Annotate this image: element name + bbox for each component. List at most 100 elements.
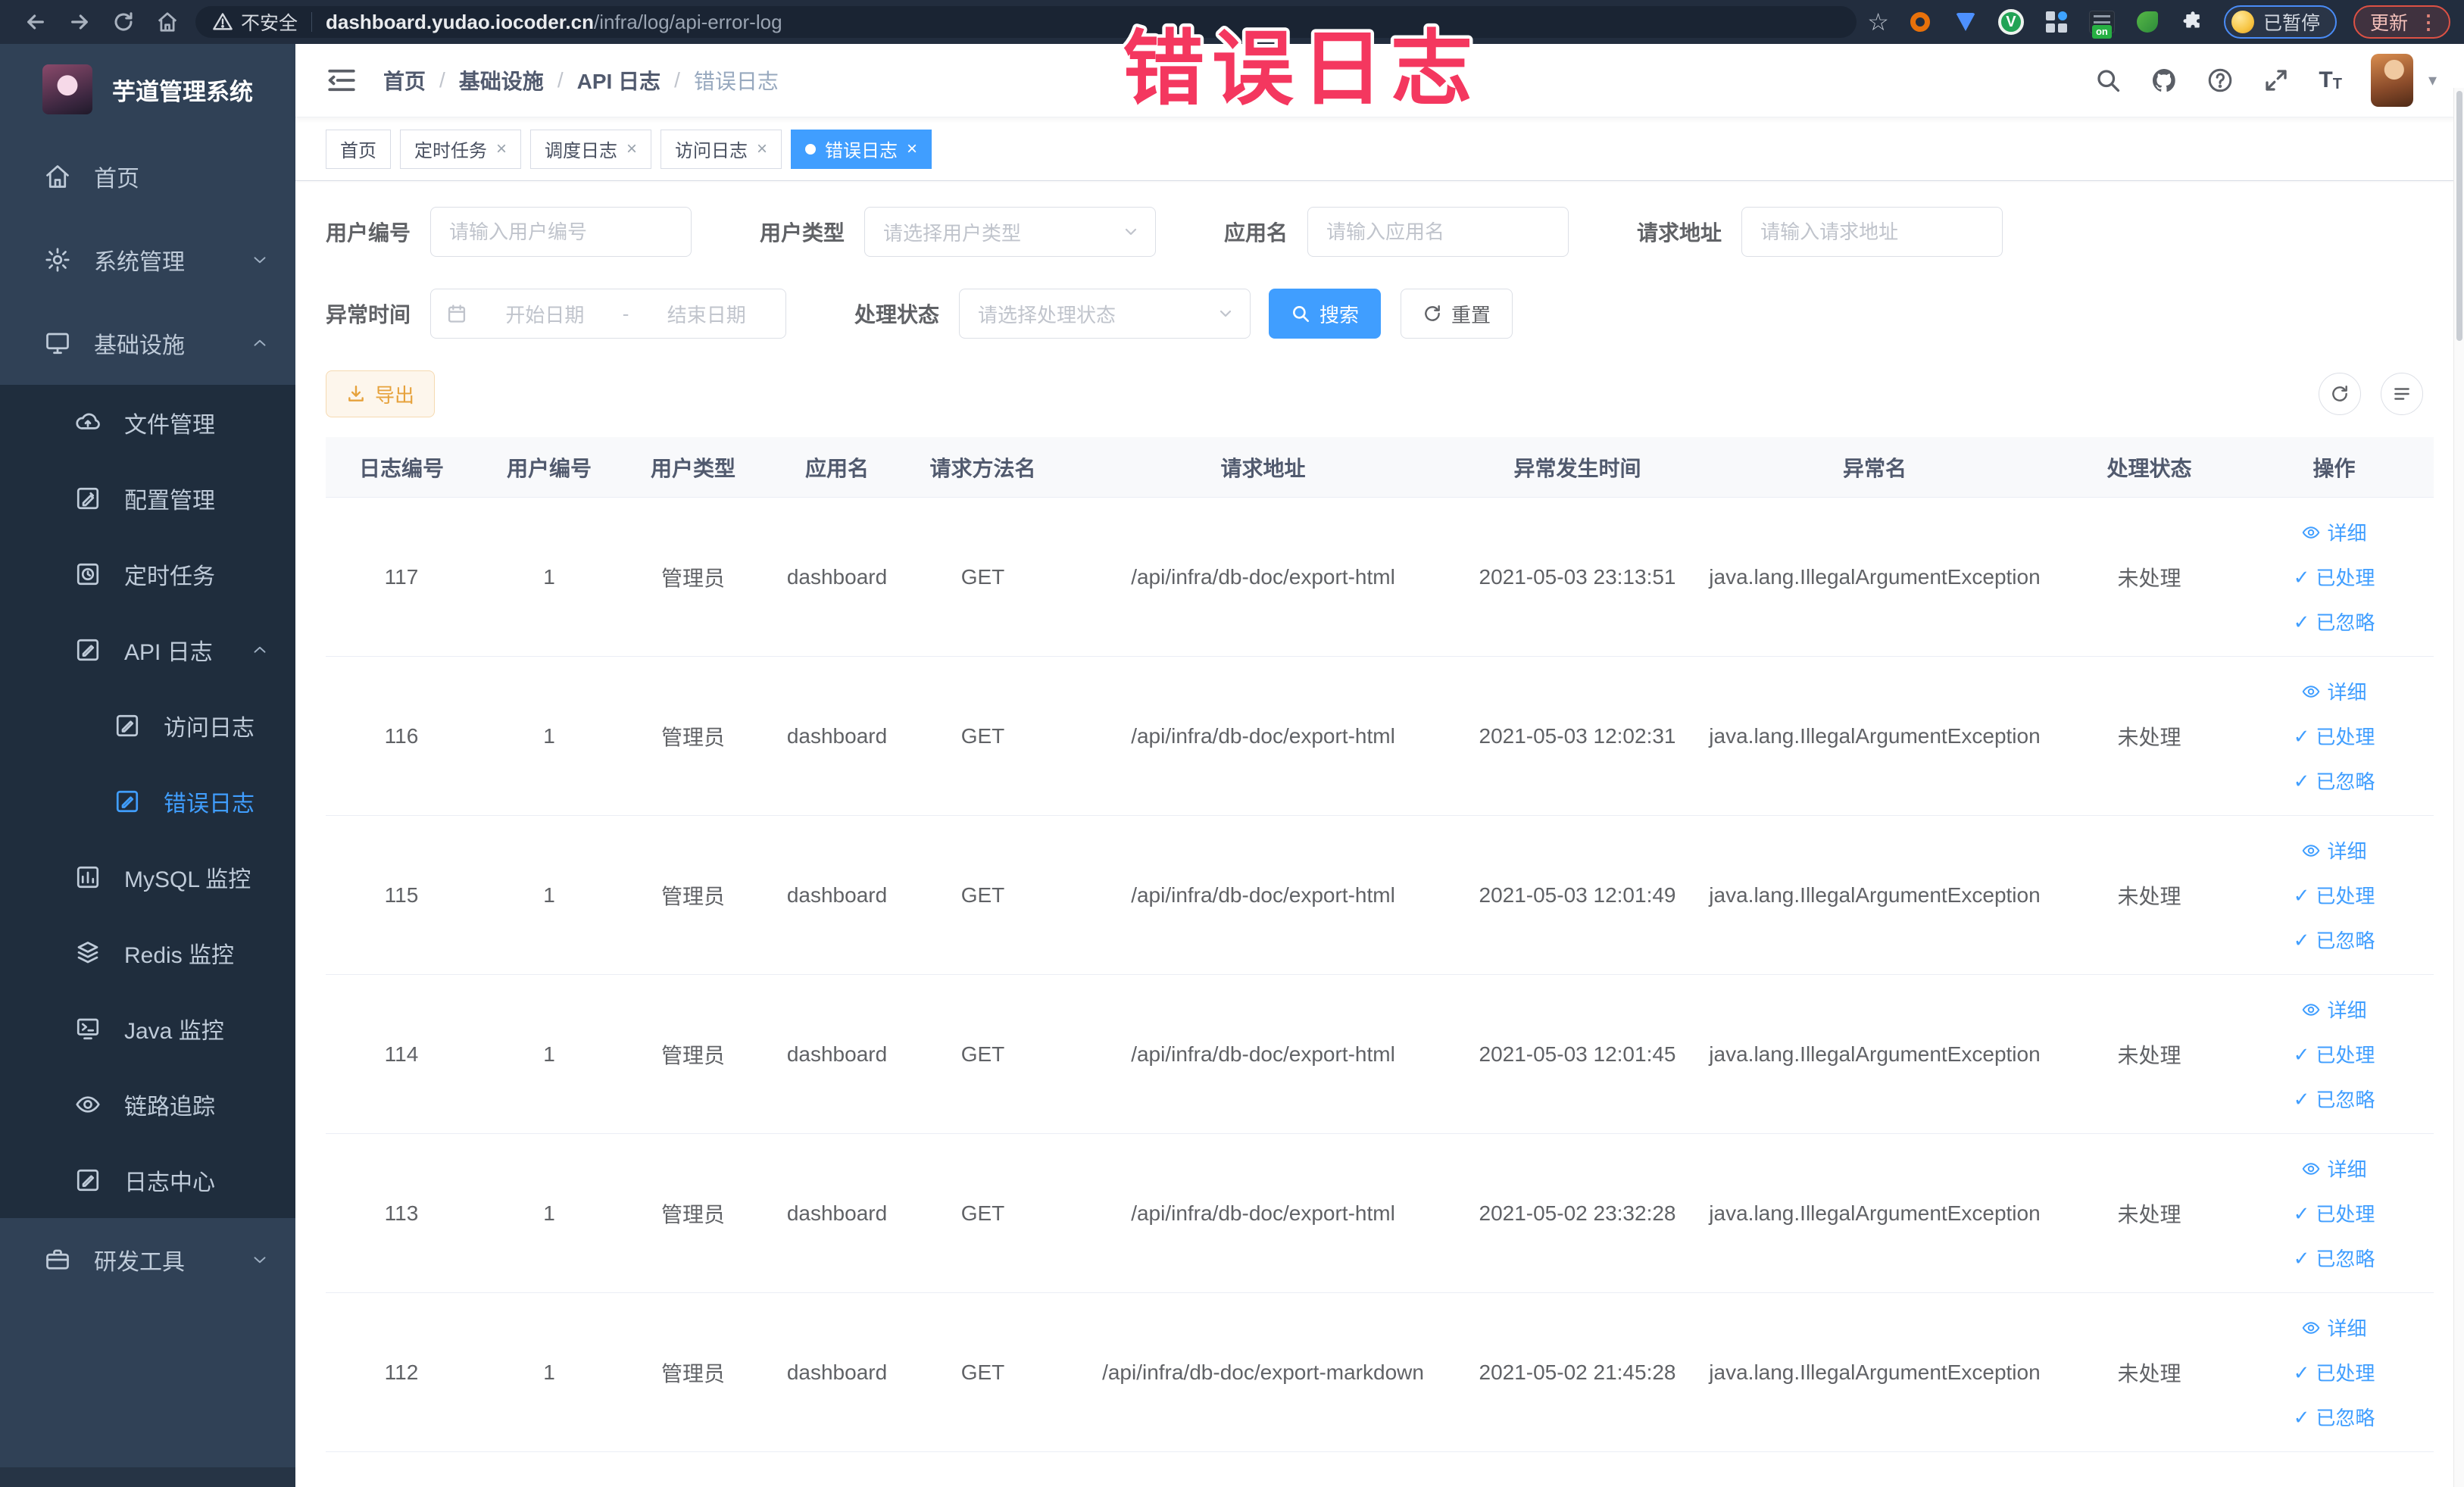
action-processed-link[interactable]: ✓ 已处理 — [2294, 1040, 2375, 1068]
tab-调度日志[interactable]: 调度日志 × — [530, 129, 652, 169]
cell-status: 未处理 — [2117, 725, 2181, 749]
sidebar-item-首页[interactable]: 首页 — [0, 135, 295, 218]
sidebar-toggle-button[interactable] — [326, 64, 358, 96]
browser-home-button[interactable] — [145, 5, 189, 39]
action-detail-link[interactable]: 详细 — [2301, 518, 2367, 546]
font-size-button[interactable]: TT — [2319, 67, 2342, 93]
tab-错误日志[interactable]: 错误日志 × — [791, 129, 932, 169]
sidebar-item-Java-监控[interactable]: Java 监控 — [0, 991, 295, 1067]
extension-icon-blue-drop[interactable] — [1951, 8, 1980, 36]
avatar-caret-icon[interactable]: ▾ — [2428, 70, 2437, 90]
action-processed-link[interactable]: ✓ 已处理 — [2294, 1199, 2375, 1227]
docs-help-button[interactable] — [2206, 67, 2234, 94]
column-header-用户编号: 用户编号 — [506, 456, 592, 480]
browser-back-button[interactable] — [14, 5, 58, 39]
reset-button[interactable]: 重置 — [1401, 289, 1513, 339]
extension-icon-leaf[interactable] — [2133, 8, 2162, 36]
action-detail-link[interactable]: 详细 — [2301, 995, 2367, 1023]
browser-reload-button[interactable] — [101, 5, 145, 39]
action-processed-link[interactable]: ✓ 已处理 — [2294, 722, 2375, 750]
sidebar-item-日志中心[interactable]: 日志中心 — [0, 1142, 295, 1218]
sidebar-item-系统管理[interactable]: 系统管理 — [0, 218, 295, 301]
action-detail-link[interactable]: 详细 — [2301, 1154, 2367, 1182]
user-type-select[interactable]: 请选择用户类型 — [864, 207, 1157, 257]
extension-icon-grid[interactable] — [2042, 8, 2071, 36]
action-detail-link[interactable]: 详细 — [2301, 836, 2367, 864]
sidebar-item-label: 系统管理 — [94, 250, 185, 275]
scrollbar-thumb[interactable] — [2456, 91, 2462, 341]
tab-close-icon[interactable]: × — [626, 139, 637, 158]
active-tab-dot — [805, 143, 817, 155]
sidebar-item-文件管理[interactable]: 文件管理 — [0, 385, 295, 461]
action-detail-link[interactable]: 详细 — [2301, 1314, 2367, 1342]
font-size-large: T — [2319, 67, 2333, 92]
page-scrollbar[interactable] — [2453, 88, 2464, 1487]
bookmark-star-icon[interactable]: ☆ — [1867, 10, 1889, 34]
breadcrumb-separator: / — [439, 68, 445, 92]
browser-profile-button[interactable]: 已暂停 — [2223, 5, 2337, 39]
cell-method: GET — [960, 564, 1005, 589]
breadcrumb-item-API-日志[interactable]: API 日志 — [577, 65, 661, 95]
user-id-input[interactable] — [430, 207, 692, 257]
action-ignored-link[interactable]: ✓ 已忽略 — [2294, 1403, 2375, 1431]
action-ignored-link[interactable]: ✓ 已忽略 — [2294, 1244, 2375, 1272]
app-name-input[interactable] — [1307, 207, 1569, 257]
sidebar-item-错误日志[interactable]: 错误日志 — [0, 764, 295, 839]
date-range-picker[interactable]: 开始日期 - 结束日期 — [430, 289, 787, 339]
breadcrumb-item-基础设施[interactable]: 基础设施 — [459, 65, 544, 95]
security-label: 不安全 — [241, 13, 298, 34]
action-detail-link[interactable]: 详细 — [2301, 677, 2367, 705]
github-link-button[interactable] — [2150, 67, 2178, 94]
browser-menu-icon[interactable]: ⋮ — [2419, 11, 2438, 34]
sidebar-item-label: 链路追踪 — [124, 1095, 215, 1120]
fullscreen-button[interactable] — [2263, 67, 2290, 94]
tab-定时任务[interactable]: 定时任务 × — [400, 129, 522, 169]
sidebar-logo-row[interactable]: 芋道管理系统 — [0, 44, 295, 135]
cell-exception: java.lang.IllegalArgumentException — [1709, 564, 2041, 589]
toggle-columns-button[interactable] — [2381, 373, 2423, 415]
action-processed-link[interactable]: ✓ 已处理 — [2294, 1358, 2375, 1386]
browser-forward-button[interactable] — [58, 5, 101, 39]
security-indicator[interactable]: 不安全 — [212, 8, 298, 36]
sidebar-item-研发工具[interactable]: 研发工具 — [0, 1218, 295, 1301]
action-processed-link[interactable]: ✓ 已处理 — [2294, 881, 2375, 909]
cell-user_type: 管理员 — [661, 884, 725, 908]
header-search-button[interactable] — [2094, 67, 2122, 94]
sidebar-item-MySQL-监控[interactable]: MySQL 监控 — [0, 839, 295, 915]
extensions-puzzle-icon[interactable] — [2178, 8, 2207, 36]
url-bar[interactable]: 不安全 dashboard.yudao.iocoder.cn/infra/log… — [195, 6, 1857, 38]
action-processed-link[interactable]: ✓ 已处理 — [2294, 563, 2375, 591]
sidebar-item-Redis-监控[interactable]: Redis 监控 — [0, 915, 295, 991]
tab-close-icon[interactable]: × — [757, 139, 767, 158]
user-avatar[interactable] — [2370, 54, 2413, 107]
extension-icon-orange[interactable] — [1906, 8, 1935, 36]
request-url-input[interactable] — [1741, 207, 2003, 257]
sidebar-item-API-日志[interactable]: API 日志 — [0, 612, 295, 688]
extension-icon-switch[interactable]: on — [2088, 8, 2116, 39]
action-ignored-link[interactable]: ✓ 已忽略 — [2294, 1085, 2375, 1113]
table-row: 116 1 管理员 dashboard GET/api/infra/db-doc/exp… — [326, 657, 2434, 816]
sidebar-item-访问日志[interactable]: 访问日志 — [0, 688, 295, 764]
action-ignored-link[interactable]: ✓ 已忽略 — [2294, 926, 2375, 954]
tab-首页[interactable]: 首页 — [326, 129, 391, 169]
eye-icon — [2301, 1000, 2321, 1020]
process-status-select[interactable]: 请选择处理状态 — [959, 289, 1251, 339]
table-row: 112 1 管理员 dashboard GET/api/infra/db-doc/exp… — [326, 1293, 2434, 1452]
export-button[interactable]: 导出 — [326, 370, 436, 417]
refresh-table-button[interactable] — [2319, 373, 2361, 415]
sidebar-item-链路追踪[interactable]: 链路追踪 — [0, 1067, 295, 1142]
extension-icon-green-v[interactable]: V — [1997, 8, 2025, 36]
action-ignored-link[interactable]: ✓ 已忽略 — [2294, 608, 2375, 636]
sidebar-item-基础设施[interactable]: 基础设施 — [0, 301, 295, 385]
tab-访问日志[interactable]: 访问日志 × — [661, 129, 782, 169]
tab-close-icon[interactable]: × — [907, 139, 917, 158]
sidebar-item-配置管理[interactable]: 配置管理 — [0, 461, 295, 536]
browser-update-button[interactable]: 更新 ⋮ — [2353, 5, 2450, 39]
action-ignored-link[interactable]: ✓ 已忽略 — [2294, 767, 2375, 795]
sidebar-collapse-bar[interactable] — [0, 1467, 295, 1487]
sidebar-item-定时任务[interactable]: 定时任务 — [0, 536, 295, 612]
action-label: 已忽略 — [2316, 929, 2375, 952]
search-button[interactable]: 搜索 — [1269, 289, 1382, 339]
breadcrumb-item-首页[interactable]: 首页 — [383, 65, 426, 95]
tab-close-icon[interactable]: × — [496, 139, 507, 158]
